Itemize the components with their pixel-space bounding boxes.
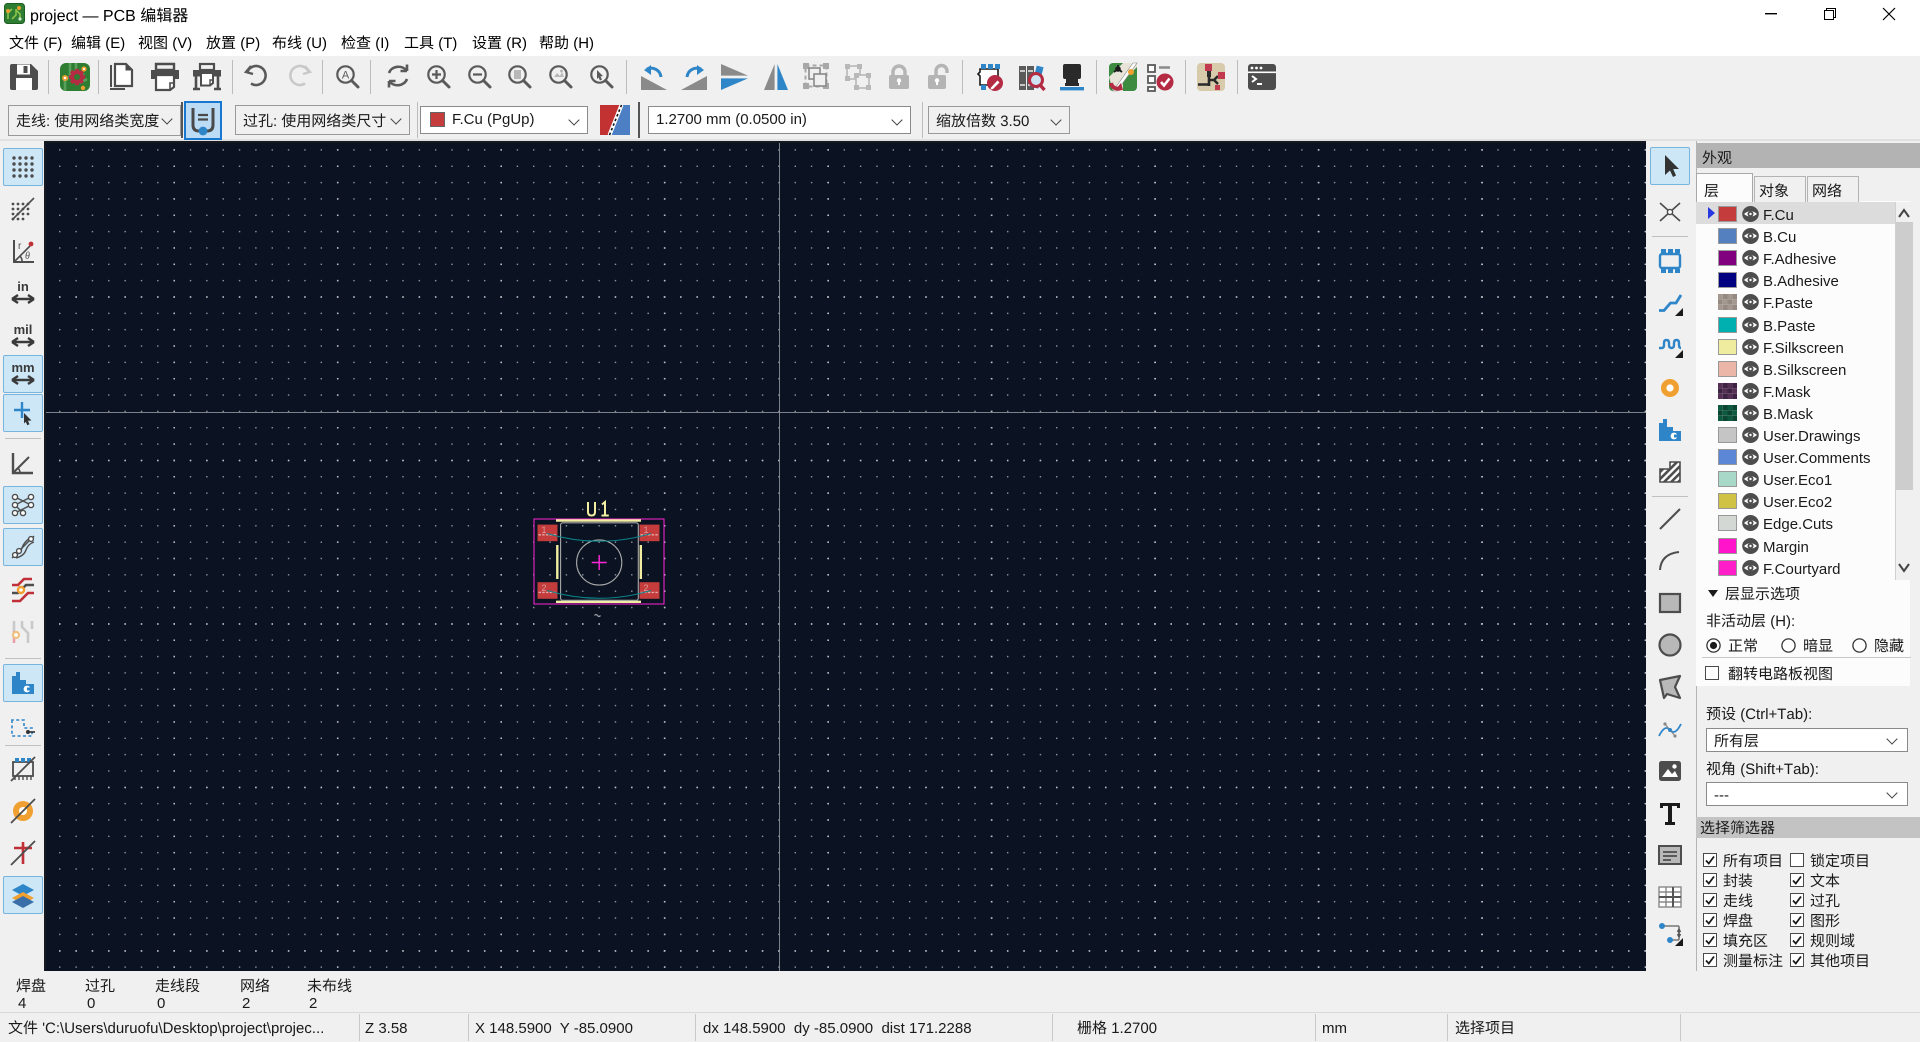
svg-text:1: 1 <box>541 525 546 535</box>
svg-text:1: 1 <box>643 525 648 535</box>
svg-text:2: 2 <box>541 583 546 593</box>
